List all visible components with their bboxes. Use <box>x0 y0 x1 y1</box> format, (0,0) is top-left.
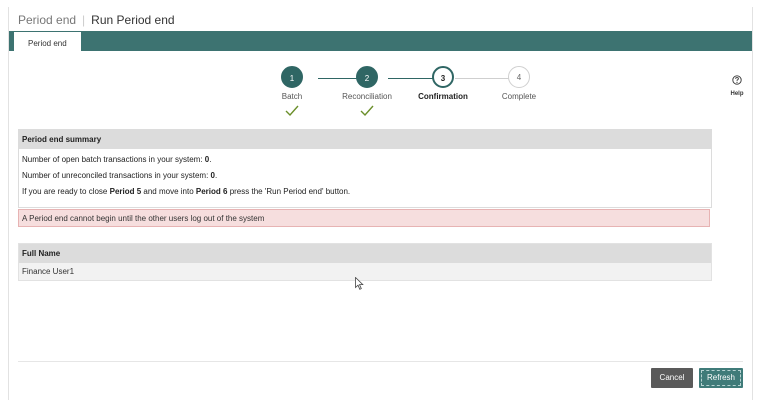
checkmark-icon <box>252 103 332 117</box>
refresh-button[interactable]: Refresh <box>699 368 743 388</box>
open-batch-text: Number of open batch transactions in you… <box>22 155 205 164</box>
unreconciled-text: Number of unreconciled transactions in y… <box>22 171 211 180</box>
step-confirmation[interactable]: 3 Confirmation <box>403 66 483 101</box>
help-label: Help <box>730 91 744 97</box>
step-number: 4 <box>508 66 530 88</box>
tab-period-end[interactable]: Period end <box>14 32 81 53</box>
step-reconciliation[interactable]: 2 Reconciliation <box>327 66 407 117</box>
column-header-full-name: Full Name <box>19 244 711 263</box>
step-complete[interactable]: 4 Complete <box>479 66 559 101</box>
footer-divider <box>18 361 743 362</box>
step-number: 1 <box>281 66 303 88</box>
app-window: Period end | Run Period end Period end 1 B… <box>8 7 753 400</box>
tab-bar: Period end <box>9 31 752 53</box>
period-end-summary-panel: Period end summary Number of open batch … <box>18 129 712 208</box>
table-row: Finance User1 <box>19 263 711 280</box>
warning-alert: A Period end cannot begin until the othe… <box>18 209 710 227</box>
step-number: 2 <box>356 66 378 88</box>
step-number: 3 <box>432 66 454 88</box>
step-label: Confirmation <box>418 92 468 101</box>
next-period: Period 6 <box>195 187 228 196</box>
page-title: Run Period end <box>91 13 175 27</box>
checkmark-icon <box>327 103 407 117</box>
mouse-pointer-icon <box>355 276 364 295</box>
open-batch-value: 0 <box>204 155 210 164</box>
unreconciled-line: Number of unreconciled transactions in y… <box>22 171 218 180</box>
summary-body: Number of open batch transactions in you… <box>19 149 711 207</box>
summary-title: Period end summary <box>19 130 711 149</box>
breadcrumb-parent[interactable]: Period end <box>18 13 76 27</box>
unreconciled-value: 0 <box>210 171 215 180</box>
open-batch-line: Number of open batch transactions in you… <box>22 155 212 164</box>
help-button[interactable]: Help <box>727 72 747 97</box>
logged-in-users-table: Full Name Finance User1 <box>18 243 712 281</box>
step-label: Reconciliation <box>342 92 392 101</box>
ready-instruction: If you are ready to close Period 5 and m… <box>22 187 708 196</box>
step-label: Complete <box>501 92 537 101</box>
progress-stepper: 1 Batch 2 Reconciliation 3 Confirmation … <box>267 66 547 126</box>
question-circle-icon <box>732 75 742 85</box>
close-period: Period 5 <box>109 187 142 196</box>
breadcrumb-separator: | <box>82 13 86 27</box>
cancel-button[interactable]: Cancel <box>651 368 693 388</box>
ready-text: If you are ready to close <box>22 187 110 196</box>
ready-text: and move into <box>141 187 196 196</box>
step-label: Batch <box>281 92 303 101</box>
step-batch[interactable]: 1 Batch <box>252 66 332 117</box>
ready-text: press the 'Run Period end' button. <box>227 187 351 196</box>
